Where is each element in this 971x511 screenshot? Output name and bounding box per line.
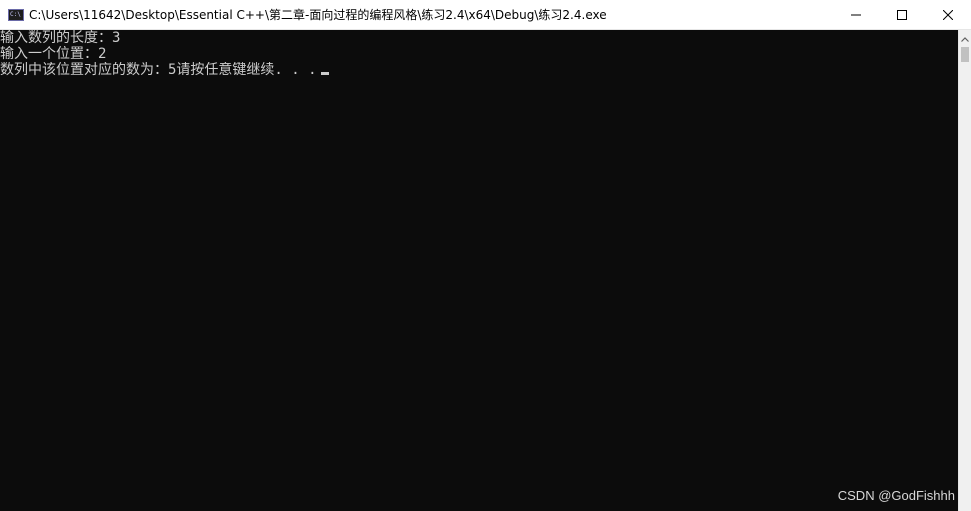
console-app-icon[interactable]: C:\ (8, 8, 24, 21)
maximize-icon (897, 10, 907, 20)
console-line: 输入一个位置：2 (0, 46, 107, 62)
chevron-up-icon (961, 36, 969, 42)
window-controls (833, 0, 971, 30)
vertical-scrollbar[interactable] (958, 30, 971, 511)
title-bar[interactable]: C:\ C:\Users\11642\Desktop\Essential C++… (0, 0, 971, 30)
minimize-icon (851, 14, 861, 16)
console-window: C:\ C:\Users\11642\Desktop\Essential C++… (0, 0, 971, 511)
minimize-button[interactable] (833, 0, 879, 30)
console-output[interactable]: 输入数列的长度：3 输入一个位置：2 数列中该位置对应的数为：5请按任意键继续.… (0, 30, 958, 511)
maximize-button[interactable] (879, 0, 925, 30)
console-line: 输入数列的长度：3 (0, 30, 121, 46)
close-icon (943, 10, 953, 20)
scrollbar-thumb[interactable] (961, 47, 969, 62)
console-line-text: 数列中该位置对应的数为：5请按任意键继续. . . (0, 62, 317, 78)
text-cursor (320, 72, 329, 75)
scroll-up-button[interactable] (959, 32, 971, 46)
watermark-text: CSDN @GodFishhh (837, 488, 955, 503)
window-title: C:\Users\11642\Desktop\Essential C++\第二章… (29, 8, 607, 22)
close-button[interactable] (925, 0, 971, 30)
console-line-last: 数列中该位置对应的数为：5请按任意键继续. . . (0, 62, 958, 78)
